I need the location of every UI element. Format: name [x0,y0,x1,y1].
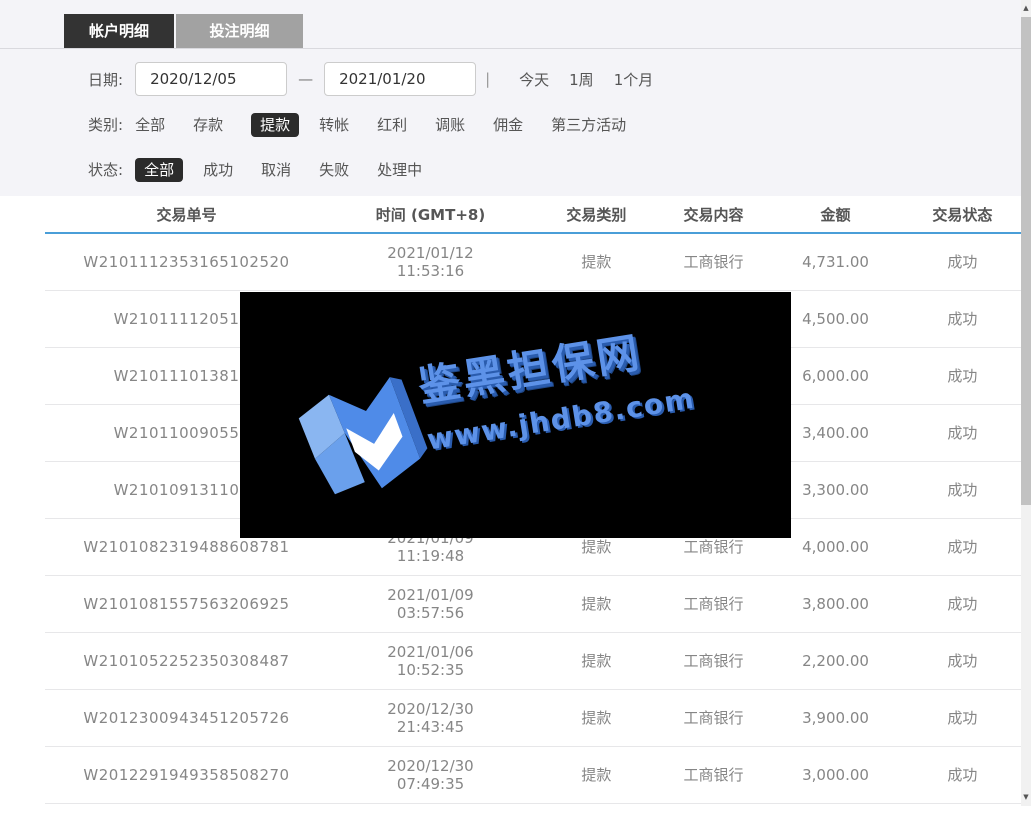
quick-link-1[interactable]: 1周 [569,71,594,89]
tab-underline [0,48,1021,49]
cell-amount: 3,000.00 [767,746,904,803]
cell-time: 2021/01/0903:57:56 [328,575,533,632]
filter-panel: 帐户明细投注明细 日期: 2020/12/05 — 2021/01/20 | 今… [0,0,1021,196]
cell-date-line: 2021/01/09 [328,586,533,604]
cell-status: 成功 [904,347,1021,404]
cell-status: 成功 [904,290,1021,347]
category-option-6[interactable]: 佣金 [493,116,523,134]
cell-amount: 3,800.00 [767,575,904,632]
cell-type: 提款 [533,689,660,746]
cell-time: 2020/12/3007:49:35 [328,746,533,803]
column-header-5: 交易状态 [904,196,1021,233]
category-filter-row: 类别: 全部 存款 提款 转帐 红利 调账 佣金 第三方活动 [88,111,654,138]
category-option-4[interactable]: 红利 [377,116,407,134]
cell-transaction-id: W2012300943451205726 [45,689,328,746]
category-option-1[interactable]: 存款 [193,116,223,134]
column-header-0: 交易单号 [45,196,328,233]
category-option-2-selected[interactable]: 提款 [251,113,299,137]
category-option-7[interactable]: 第三方活动 [551,116,626,134]
cell-time: 2021/01/1211:53:16 [328,233,533,290]
category-option-0[interactable]: 全部 [135,116,165,134]
status-option-1[interactable]: 成功 [203,161,233,179]
cell-date-line: 2021/01/06 [328,643,533,661]
quick-link-0[interactable]: 今天 [519,71,549,89]
table-row: W21011123531651025202021/01/1211:53:16提款… [45,233,1021,290]
scrollbar-thumb[interactable] [1021,17,1031,505]
cell-time-line: 11:53:16 [328,262,533,280]
tab-bar: 帐户明细投注明细 [64,14,303,48]
cell-time: 2021/01/0610:52:35 [328,632,533,689]
table-header-row: 交易单号时间 (GMT+8)交易类别交易内容金额交易状态 [45,196,1021,233]
cell-status: 成功 [904,575,1021,632]
cell-time-line: 11:19:48 [328,547,533,565]
tab-bet-details[interactable]: 投注明细 [176,14,303,48]
watermark-overlay: 鉴黑担保网 www.jhdb8.com [240,292,791,538]
cell-transaction-id: W2101052252350308487 [45,632,328,689]
page-root: 帐户明细投注明细 日期: 2020/12/05 — 2021/01/20 | 今… [0,0,1031,835]
cell-status: 成功 [904,404,1021,461]
category-label: 类别: [88,114,123,135]
cell-status: 成功 [904,746,1021,803]
cell-amount: 3,900.00 [767,689,904,746]
watermark-text: 鉴黑担保网 www.jhdb8.com [414,311,698,456]
date-quick-links: 今天 1周 1个月 [499,69,653,90]
cell-status: 成功 [904,689,1021,746]
date-label: 日期: [88,69,123,90]
cell-amount: 2,200.00 [767,632,904,689]
cell-time-line: 10:52:35 [328,661,533,679]
quick-link-2[interactable]: 1个月 [614,71,654,89]
table-row: W20123009434512057262020/12/3021:43:45提款… [45,689,1021,746]
column-header-2: 交易类别 [533,196,660,233]
cell-type: 提款 [533,233,660,290]
cell-date-line: 2020/12/30 [328,757,533,775]
column-header-1: 时间 (GMT+8) [328,196,533,233]
table-row: W21010522523503084872021/01/0610:52:35提款… [45,632,1021,689]
cell-content: 工商银行 [660,689,767,746]
status-option-2[interactable]: 取消 [261,161,291,179]
cell-type: 提款 [533,746,660,803]
table-row: W21010815575632069252021/01/0903:57:56提款… [45,575,1021,632]
status-option-0-selected[interactable]: 全部 [135,158,183,182]
date-filter-row: 日期: 2020/12/05 — 2021/01/20 | 今天 1周 1个月 [88,62,653,96]
cell-time: 2020/12/3021:43:45 [328,689,533,746]
scroll-down-icon[interactable]: ▼ [1021,789,1031,806]
date-range-separator: — [298,70,313,88]
category-options: 全部 存款 提款 转帐 红利 调账 佣金 第三方活动 [135,114,654,135]
status-label: 状态: [88,159,123,180]
category-option-3[interactable]: 转帐 [319,116,349,134]
column-header-4: 金额 [767,196,904,233]
cell-type: 提款 [533,632,660,689]
status-filter-row: 状态: 全部 成功 取消 失败 处理中 [88,156,450,183]
cell-status: 成功 [904,461,1021,518]
cell-status: 成功 [904,518,1021,575]
column-header-3: 交易内容 [660,196,767,233]
date-from-input[interactable]: 2020/12/05 [135,62,287,96]
cell-content: 工商银行 [660,746,767,803]
status-options: 全部 成功 取消 失败 处理中 [135,159,450,180]
cell-content: 工商银行 [660,575,767,632]
date-to-input[interactable]: 2021/01/20 [324,62,476,96]
tab-account-details[interactable]: 帐户明细 [64,14,174,48]
cell-amount: 4,731.00 [767,233,904,290]
status-option-4[interactable]: 处理中 [377,161,422,179]
scroll-up-icon[interactable]: ▲ [1021,0,1031,17]
cell-transaction-id: W2101081557563206925 [45,575,328,632]
cell-time-line: 03:57:56 [328,604,533,622]
cell-time-line: 07:49:35 [328,775,533,793]
vertical-scrollbar[interactable]: ▲ ▼ [1021,0,1031,806]
cell-transaction-id: W2101112353165102520 [45,233,328,290]
cell-time-line: 21:43:45 [328,718,533,736]
cell-type: 提款 [533,575,660,632]
divider-bar: | [485,70,490,88]
status-option-3[interactable]: 失败 [319,161,349,179]
cell-content: 工商银行 [660,632,767,689]
cell-transaction-id: W2012291949358508270 [45,746,328,803]
cell-date-line: 2020/12/30 [328,700,533,718]
cell-status: 成功 [904,233,1021,290]
cell-status: 成功 [904,632,1021,689]
category-option-5[interactable]: 调账 [435,116,465,134]
cell-content: 工商银行 [660,233,767,290]
table-row: W20122919493585082702020/12/3007:49:35提款… [45,746,1021,803]
cell-date-line: 2021/01/12 [328,244,533,262]
